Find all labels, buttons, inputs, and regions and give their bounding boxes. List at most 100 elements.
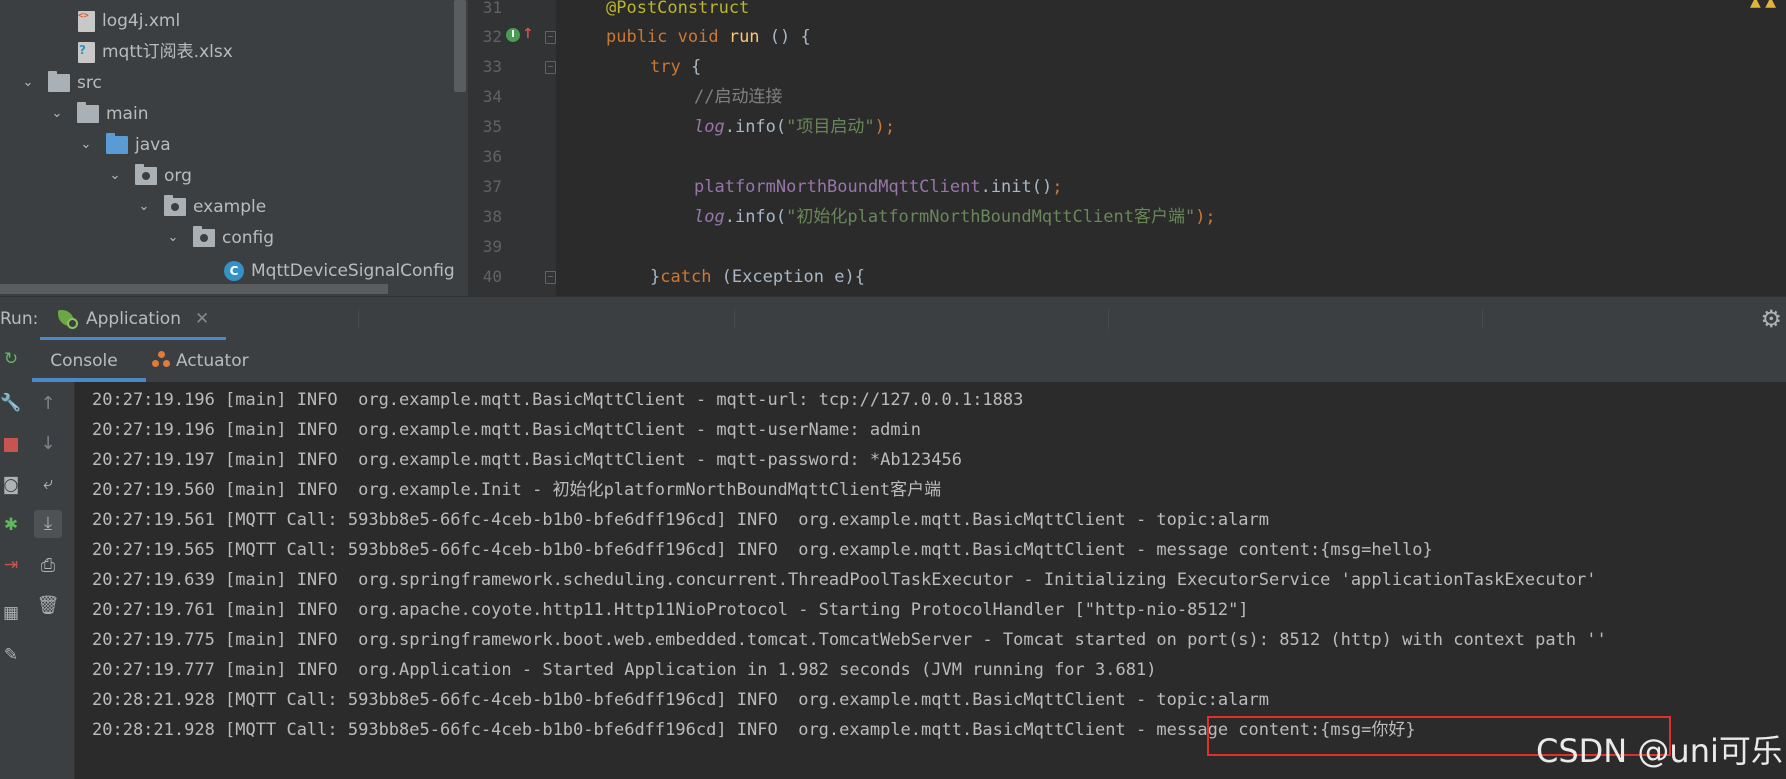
arrow-down-icon[interactable]: ↓ [34,430,62,458]
line-number: 37 [482,177,502,196]
tree-item-label: org [164,166,192,186]
line-number: 35 [482,117,502,136]
line-number: 39 [482,237,502,256]
log-line: 20:28:21.928 [MQTT Call: 593bb8e5-66fc-4… [92,690,1270,710]
fold-icon[interactable] [545,61,556,74]
package-icon [164,195,186,216]
tree-item-label: src [77,73,102,93]
log-line: 20:27:19.775 [main] INFO org.springframe… [92,630,1607,650]
divider [1482,309,1483,329]
fold-icon[interactable] [545,271,556,284]
line-number: 32 [482,27,502,46]
implementation-marker-icon[interactable]: I [506,28,520,42]
tab-console[interactable]: Console [32,340,136,382]
package-icon [135,164,157,185]
chevron-down-icon[interactable]: ⌄ [107,161,123,191]
code-line-32: public void run () { [606,27,811,47]
chevron-down-icon[interactable]: ⌄ [165,223,181,253]
log-line: 20:27:19.560 [main] INFO org.example.Ini… [92,480,942,500]
scroll-to-end-icon[interactable]: ⤓ [34,510,62,538]
code-line-38: log.info("初始化platformNorthBoundMqttClien… [694,207,1216,227]
watermark: CSDN @uni可乐 [1536,732,1783,770]
run-toolbar: ↻ 🔧 ◙ ✱ ⇥ ▦ ✎ [0,340,22,779]
wrench-icon[interactable]: 🔧 [0,392,22,414]
code-line-40: }catch (Exception e){ [650,267,865,287]
tab-actuator-label: Actuator [176,351,249,371]
tab-application[interactable]: Application ✕ [40,297,226,341]
divider [734,309,735,329]
log-line: 20:27:19.761 [main] INFO org.apache.coyo… [92,600,1249,620]
line-number: 40 [482,267,502,286]
chevron-down-icon[interactable]: ⌄ [136,192,152,222]
tree-item-label: config [222,228,275,248]
run-tool-window-header: Run: Application ✕ ⚙ [0,296,1786,341]
line-number: 34 [482,87,502,106]
tree-item-label: example [193,197,267,217]
log-line: 20:27:19.565 [MQTT Call: 593bb8e5-66fc-4… [92,540,1433,560]
xlsx-file-icon [78,35,95,65]
tree-item-config[interactable]: ⌄ config [165,223,274,253]
tab-label: Application [86,309,181,329]
console-sub-tabs: Console Actuator [22,340,1786,383]
log-line: 20:27:19.196 [main] INFO org.example.mqt… [92,420,922,440]
code-line-34: //启动连接 [694,87,783,107]
tree-item-label: main [106,104,149,124]
line-number: 33 [482,57,502,76]
warning-indicator-icon[interactable]: ▲ ▲ [1750,0,1776,10]
folder-icon [48,71,70,92]
package-icon [193,226,215,247]
trash-icon[interactable]: 🗑 [34,592,62,620]
tree-horizontal-scrollbar[interactable] [0,284,388,294]
close-icon[interactable]: ✕ [195,309,209,329]
tree-item-java[interactable]: ⌄ java [78,130,171,160]
exit-icon[interactable]: ⇥ [0,554,22,576]
log-line: 20:27:19.777 [main] INFO org.Application… [92,660,1157,680]
tree-item-label: java [135,135,171,155]
camera-icon[interactable]: ◙ [0,474,22,496]
tree-item-src[interactable]: ⌄ src [20,68,102,98]
tree-item-label: mqtt订阅表.xlsx [102,42,233,62]
divider [1108,309,1109,329]
layout-icon[interactable]: ▦ [0,602,22,624]
divider [358,309,359,329]
tree-item-label: log4j.xml [102,11,181,31]
tab-actuator[interactable]: Actuator [152,340,272,382]
log-line: 20:27:19.639 [main] INFO org.springframe… [92,570,1597,590]
log-line: 20:27:19.196 [main] INFO org.example.mqt… [92,390,1024,410]
run-label: Run: [0,309,39,329]
editor-gutter: 31 32 33 34 35 36 37 38 39 40 I ↑ [468,0,556,296]
code-line-31: @PostConstruct [606,0,750,18]
fold-icon[interactable] [545,31,556,44]
tree-item-main[interactable]: ⌄ main [49,99,148,129]
chevron-down-icon[interactable]: ⌄ [78,130,94,160]
override-arrow-icon[interactable]: ↑ [522,26,534,42]
rerun-icon[interactable]: ↻ [0,348,22,370]
code-line-33: try { [650,57,702,77]
print-icon[interactable]: ⎙ [34,552,62,580]
console-toolbar: ↑ ↓ ⤶ ⤓ ⎙ 🗑 [22,382,75,779]
debug-icon[interactable]: ✱ [0,514,22,536]
chevron-down-icon[interactable]: ⌄ [20,68,36,98]
tree-item-mqtt-xlsx[interactable]: mqtt订阅表.xlsx [78,35,233,67]
line-number: 38 [482,207,502,226]
arrow-up-icon[interactable]: ↑ [34,390,62,418]
tree-item-org[interactable]: ⌄ org [107,161,192,191]
log-line: 20:27:19.197 [main] INFO org.example.mqt… [92,450,962,470]
tree-vertical-scrollbar[interactable] [454,0,466,92]
code-editor[interactable]: 31 32 33 34 35 36 37 38 39 40 I ↑ ▲ ▲ @P… [468,0,1786,296]
tree-item-label: MqttDeviceSignalConfig [251,261,455,281]
soft-wrap-icon[interactable]: ⤶ [34,470,62,498]
gear-icon[interactable]: ⚙ [1760,305,1782,333]
xml-file-icon [78,1,95,32]
tree-item-example[interactable]: ⌄ example [136,192,266,222]
chevron-down-icon[interactable]: ⌄ [49,99,65,129]
pin-icon[interactable]: ✎ [0,644,22,666]
code-line-35: log.info("项目启动"); [694,117,896,137]
class-icon: C [224,261,244,281]
project-tree: log4j.xml mqtt订阅表.xlsx ⌄ src ⌄ main ⌄ ja… [0,0,468,296]
stop-icon[interactable] [0,434,22,456]
tree-item-log4j-xml[interactable]: log4j.xml [78,1,181,36]
tree-item-mqtt-device-signal-config[interactable]: C MqttDeviceSignalConfig [224,256,455,286]
log-line: 20:27:19.561 [MQTT Call: 593bb8e5-66fc-4… [92,510,1270,530]
folder-icon [77,102,99,123]
